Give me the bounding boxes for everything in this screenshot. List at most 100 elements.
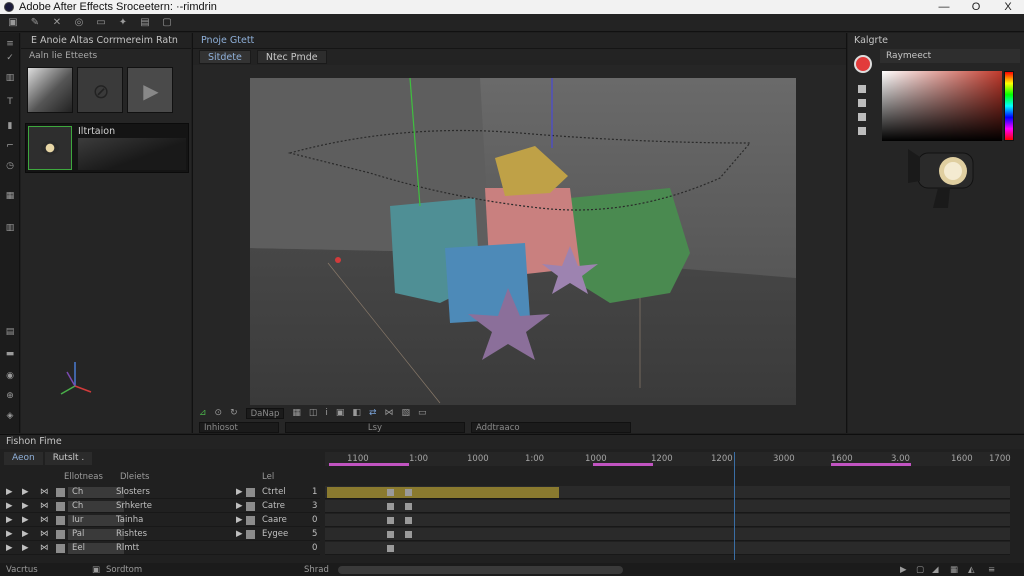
null-object-thumbnail[interactable]: ⊘	[77, 67, 123, 113]
color-label[interactable]	[56, 544, 65, 553]
expand-icon[interactable]: ▶	[236, 487, 243, 497]
close-button[interactable]: X	[992, 1, 1024, 13]
playhead[interactable]	[734, 452, 735, 560]
visibility-icon[interactable]: ▶	[22, 501, 29, 511]
pen-icon[interactable]: ✎	[30, 17, 40, 28]
asset-item[interactable]: Iltrtaion	[25, 123, 189, 173]
layer-track[interactable]	[325, 528, 1010, 541]
color-label[interactable]	[56, 516, 65, 525]
flowchart-icon[interactable]: ⇄	[369, 408, 377, 418]
layer-name[interactable]: Rlmtt	[116, 543, 139, 553]
keyframe[interactable]	[387, 531, 394, 538]
pin-icon[interactable]: ⊕	[4, 391, 16, 401]
tab-render[interactable]: Rutslt .	[44, 452, 93, 465]
color-label[interactable]	[246, 530, 255, 539]
keyframe[interactable]	[405, 489, 412, 496]
keyframe[interactable]	[387, 503, 394, 510]
region-icon[interactable]: ▣	[336, 408, 345, 418]
menu-icon[interactable]: ≡	[4, 39, 16, 49]
visibility-icon[interactable]: ▶	[22, 515, 29, 525]
timeline-scrollbar[interactable]	[338, 566, 623, 574]
expand-icon[interactable]: ▶	[6, 487, 13, 497]
layer-track[interactable]	[325, 486, 1010, 499]
option-icon[interactable]	[858, 127, 866, 135]
option-icon[interactable]	[858, 113, 866, 121]
layer-track[interactable]	[325, 500, 1010, 513]
rectangle-icon[interactable]: ▭	[96, 17, 106, 28]
snapshot-icon[interactable]: ◧	[352, 408, 361, 418]
zoom-in-icon[interactable]: ▢	[916, 565, 924, 575]
layer-row[interactable]: ▶ ▶ ⋈ Eel Rlmtt 0	[0, 542, 320, 555]
expand-icon[interactable]: ▶	[236, 515, 243, 525]
3d-view-icon[interactable]: ⊿	[199, 408, 207, 418]
layer-stack-icon[interactable]: ▤	[4, 327, 16, 337]
layer-row[interactable]: ▶ ▶ ⋈ Ch Srhkerte ▶ Catre 3	[0, 500, 320, 513]
selection-icon[interactable]: ▢	[162, 17, 172, 28]
renderer-field[interactable]: Addtraaco	[471, 421, 631, 433]
switches-icon[interactable]: ▦	[950, 565, 958, 575]
hue-slider[interactable]	[1004, 71, 1014, 141]
camera-thumbnail[interactable]: ▶	[127, 67, 173, 113]
light-thumbnail[interactable]	[27, 67, 73, 113]
keyframe[interactable]	[405, 517, 412, 524]
option-icon[interactable]	[858, 99, 866, 107]
crop-icon[interactable]: ⌐	[4, 141, 16, 151]
layer-row[interactable]: ▶ ▶ ⋈ Pal Rishtes ▶ Eygee 5	[0, 528, 320, 541]
star-icon[interactable]: ✦	[118, 17, 128, 28]
work-area-bar[interactable]	[593, 463, 653, 466]
tool-shape-icon[interactable]: ◈	[4, 411, 16, 421]
modes-icon[interactable]: ◭	[968, 565, 975, 575]
properties-tab[interactable]: Raymeect	[880, 49, 1020, 63]
globe-icon[interactable]: ◎	[74, 17, 84, 28]
keyframe[interactable]	[405, 503, 412, 510]
layer-field[interactable]: Lsy	[285, 421, 465, 433]
zoom-out-icon[interactable]: ▶	[900, 565, 907, 575]
work-area-bar[interactable]	[831, 463, 911, 466]
tag-icon[interactable]: ▮	[4, 121, 16, 131]
viewport-canvas[interactable]	[250, 78, 796, 405]
refresh-icon[interactable]: ↻	[230, 408, 238, 418]
settings-icon[interactable]: ≡	[988, 565, 995, 575]
color-label[interactable]	[56, 530, 65, 539]
camera-icon[interactable]: ▤	[140, 17, 150, 28]
zoom-icon[interactable]: ⊙	[215, 408, 223, 418]
color-label[interactable]	[56, 488, 65, 497]
keyframe[interactable]	[405, 531, 412, 538]
color-label[interactable]	[246, 502, 255, 511]
tab-node[interactable]: Ntec Pmde	[256, 50, 327, 64]
color-label[interactable]	[246, 488, 255, 497]
layer-track[interactable]	[325, 542, 1010, 555]
brush-icon[interactable]: ▬	[4, 349, 16, 359]
layer-name[interactable]: Tainha	[116, 515, 143, 525]
maximize-button[interactable]: O	[960, 1, 992, 13]
expand-icon[interactable]: ▶	[236, 529, 243, 539]
expand-icon[interactable]: ▶	[6, 529, 13, 539]
footer-icon[interactable]: ▣	[92, 565, 100, 575]
lock-icon[interactable]: ▥	[4, 223, 16, 233]
tab-composition[interactable]: Sitdete	[199, 50, 251, 64]
expand-icon[interactable]: ▶	[6, 515, 13, 525]
record-button[interactable]	[854, 55, 872, 73]
toggle-icon[interactable]: ◢	[932, 565, 939, 575]
info-icon[interactable]: ⅰ	[325, 408, 328, 418]
folder-icon[interactable]: ▣	[8, 17, 18, 28]
work-area-bar[interactable]	[329, 463, 409, 466]
clock-icon[interactable]: ◷	[4, 161, 16, 171]
expand-icon[interactable]: ▶	[6, 543, 13, 553]
minimize-button[interactable]: —	[928, 1, 960, 13]
expand-icon[interactable]: ▶	[6, 501, 13, 511]
fast-preview-icon[interactable]: ⋈	[384, 408, 393, 418]
camera-field[interactable]: Inhiosot	[199, 421, 279, 433]
color-label[interactable]	[246, 516, 255, 525]
keyframe[interactable]	[387, 517, 394, 524]
grid-toggle-icon[interactable]: ▦	[292, 408, 301, 418]
visibility-icon[interactable]: ▶	[22, 543, 29, 553]
resolution-icon[interactable]: ▭	[418, 408, 427, 418]
layers-icon[interactable]: ▥	[4, 73, 16, 83]
layer-row[interactable]: ▶ ▶ ⋈ Ch Slosters ▶ Ctrtel 1	[0, 486, 320, 499]
keyframe[interactable]	[387, 545, 394, 552]
record-icon[interactable]: ◉	[4, 371, 16, 381]
layer-name[interactable]: Rishtes	[116, 529, 147, 539]
grid-icon[interactable]: ▦	[4, 191, 16, 201]
option-icon[interactable]	[858, 85, 866, 93]
